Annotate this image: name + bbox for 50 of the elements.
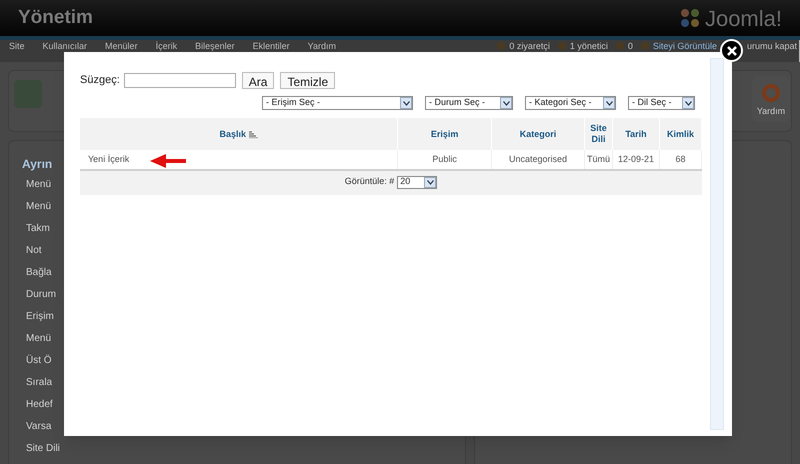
- table-cell: Tümü: [584, 150, 612, 170]
- menu-item[interactable]: İçerik: [146, 41, 186, 51]
- select-dropdown[interactable]: - Durum Seç -: [425, 96, 513, 110]
- page-size-dropdown[interactable]: 20: [397, 176, 438, 188]
- table-cell: 68: [659, 150, 702, 170]
- menu-item[interactable]: Kullanıcılar: [34, 41, 96, 51]
- menu-item[interactable]: Eklentiler: [244, 41, 299, 51]
- page-title: Yönetim: [18, 6, 93, 30]
- menu-item[interactable]: Site: [0, 41, 34, 51]
- field-label: Bağla: [26, 266, 53, 280]
- table-cell: 12-09-21: [612, 150, 660, 170]
- select-dropdown[interactable]: - Erişim Seç -: [262, 96, 413, 110]
- field-label: Menü: [26, 178, 52, 192]
- logo-icon: [678, 7, 701, 29]
- field-label: Sırala: [26, 376, 54, 390]
- field-label: Menü: [26, 200, 52, 214]
- filter-button[interactable]: Temizle: [280, 72, 336, 89]
- dropdown-arrow-icon: [424, 176, 436, 188]
- select-dropdown[interactable]: - Kategori Seç -: [525, 96, 616, 110]
- filter-input[interactable]: [124, 73, 236, 88]
- status-link[interactable]: Siteyi Görüntüle: [652, 41, 717, 51]
- logo-text: Joomla!: [704, 4, 782, 32]
- filter-button[interactable]: Ara: [242, 72, 274, 89]
- help-icon: [762, 84, 780, 102]
- filter-label: Süzgeç:: [80, 73, 120, 88]
- status-link[interactable]: urumu kapat: [746, 41, 797, 51]
- field-label: Takm: [26, 222, 51, 236]
- field-label: Üst Ö: [26, 354, 53, 368]
- sort-icon: [248, 130, 258, 138]
- table-cell: Public: [398, 150, 492, 170]
- status-text: 0: [628, 41, 633, 51]
- table-cell: Uncategorised: [492, 150, 585, 170]
- field-label: Menü: [26, 332, 52, 346]
- field-label: Erişim: [26, 310, 55, 324]
- field-label: Varsa: [26, 420, 52, 434]
- scrollbar[interactable]: [710, 58, 724, 430]
- field-label: Durum: [26, 288, 58, 302]
- menu-item[interactable]: Yardım: [298, 41, 345, 51]
- status-text: 0 ziyaretçi: [509, 41, 550, 51]
- pointer-arrow: [150, 154, 188, 168]
- field-label: Not: [26, 244, 43, 258]
- menu-item[interactable]: Menüler: [96, 41, 147, 51]
- field-label: Site Dili: [26, 442, 60, 456]
- status-text: 1 yönetici: [570, 41, 608, 51]
- pagination-label: Görüntüle: #: [344, 175, 394, 188]
- field-label: Hedef: [26, 398, 54, 412]
- menu-item[interactable]: Bileşenler: [186, 41, 244, 51]
- section-heading: Ayrın: [22, 156, 52, 173]
- close-icon: [726, 46, 736, 56]
- select-dropdown[interactable]: - Dil Seç -: [628, 96, 695, 110]
